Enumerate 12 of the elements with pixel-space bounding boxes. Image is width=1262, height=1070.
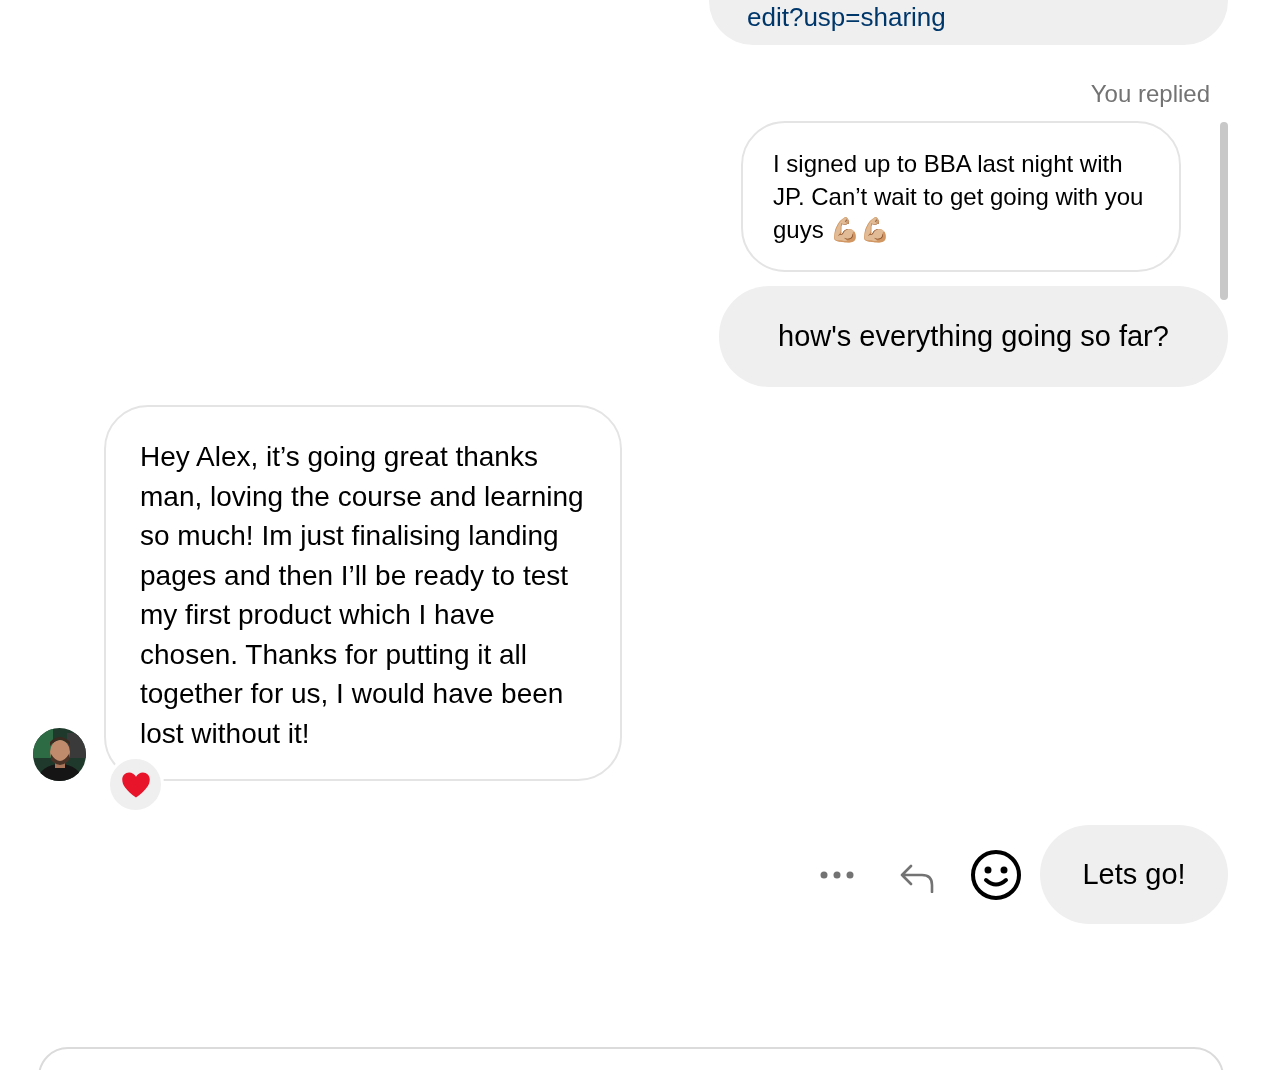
- quoted-text: I signed up to BBA last night with JP. Can’t wait to get going with you guys 💪🏼💪🏼: [773, 149, 1145, 245]
- reply-label: You replied: [1090, 79, 1210, 109]
- message-text: Lets go!: [1082, 856, 1186, 892]
- avatar[interactable]: [33, 728, 86, 781]
- reply-icon[interactable]: [900, 862, 934, 893]
- message-link[interactable]: edit?usp=sharing: [747, 2, 946, 32]
- message-text: how's everything going so far?: [778, 318, 1169, 354]
- more-icon[interactable]: [820, 870, 854, 879]
- emoji-icon[interactable]: [970, 848, 1022, 901]
- scrollbar[interactable]: [1220, 122, 1228, 300]
- message-text: Hey Alex, it’s going great thanks man, loving the course and learning so much! Im just finalising landing pages and then I’ll be ready to test my first product which I have chosen. Thanks for putting it all together for us, I would have been lost without it!: [140, 441, 584, 749]
- heart-icon: [120, 770, 151, 799]
